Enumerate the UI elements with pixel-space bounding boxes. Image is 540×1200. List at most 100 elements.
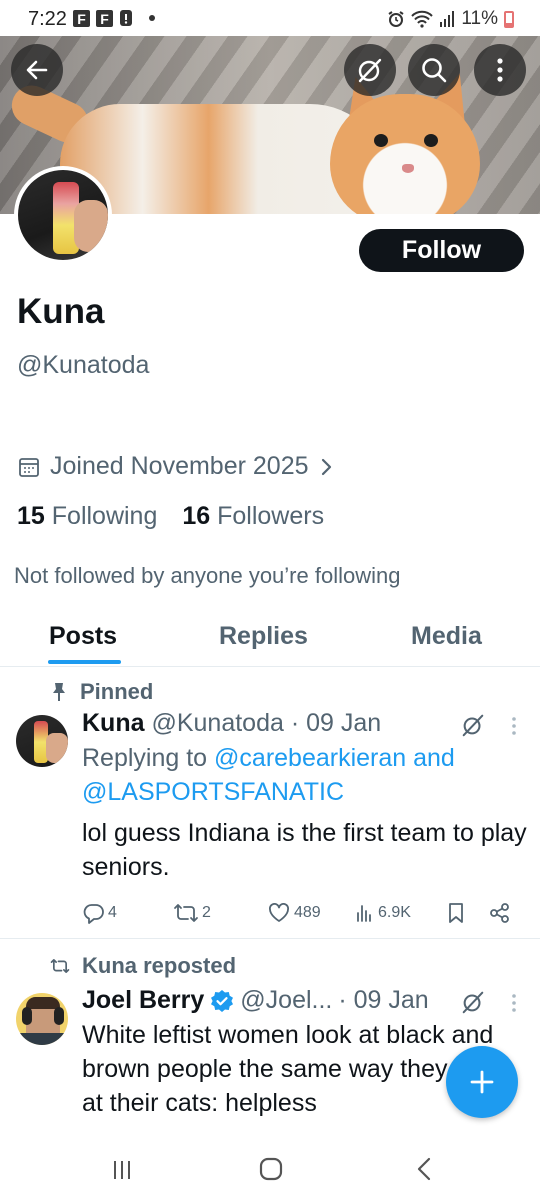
pinned-label: Pinned [52, 679, 153, 705]
avatar-image [18, 170, 108, 260]
post-author-handle[interactable]: @Kunatoda [151, 709, 283, 737]
post-header: Kuna @Kunatoda · 09 Jan [82, 709, 381, 738]
lock-notification-icon [120, 10, 132, 26]
pin-icon [53, 683, 65, 701]
share-icon[interactable] [489, 902, 511, 924]
bookmark-icon[interactable] [447, 902, 465, 924]
post-author-name[interactable]: Joel Berry [82, 986, 204, 1015]
post-avatar[interactable] [16, 715, 68, 767]
system-icons: 11% [387, 8, 514, 30]
cat-nose [402, 164, 414, 173]
post-actions: 4 2 489 6.9K [83, 899, 523, 927]
post-author-name[interactable]: Kuna [82, 709, 145, 737]
repost-count: 2 [202, 904, 211, 921]
views-icon [357, 905, 371, 922]
recent-apps-icon[interactable] [110, 1158, 134, 1182]
not-followed-text: Not followed by anyone you’re following [14, 563, 401, 588]
repost-context[interactable]: Kuna reposted [50, 953, 236, 979]
post-divider [0, 938, 540, 939]
post-date[interactable]: · 09 Jan [291, 709, 381, 737]
facebook-notification-icon: F [96, 9, 113, 27]
cat-head [330, 94, 480, 214]
followers-count: 16 [182, 502, 211, 530]
arrow-left-icon [26, 60, 48, 80]
following-link[interactable]: 15 Following [17, 502, 157, 530]
profile-tabs: Posts Replies Media [0, 610, 540, 667]
avatar-headphone [54, 1007, 64, 1025]
joined-date-row[interactable]: Joined November 2025 [18, 452, 335, 481]
more-options-button[interactable] [474, 44, 526, 96]
followers-link[interactable]: 16 Followers [182, 502, 324, 530]
avatar-headphone [22, 1007, 32, 1025]
status-bar: 7:22 F F 11% [0, 0, 540, 36]
post-header: Joel Berry @Joel... · 09 Jan [82, 986, 429, 1015]
alarm-icon [388, 11, 404, 27]
repost-icon [174, 904, 198, 922]
follow-button[interactable]: Follow [359, 229, 524, 272]
system-navigation-bar [0, 1140, 540, 1200]
tab-media[interactable]: Media [411, 622, 482, 651]
reply-context: Replying to @carebearkieran and @LASPORT… [82, 741, 512, 809]
like-button[interactable]: 489 [268, 903, 321, 923]
following-label: Following [51, 502, 158, 530]
avatar-shirt [16, 1033, 68, 1045]
reply-icon [83, 904, 104, 924]
grok-icon[interactable] [460, 712, 486, 738]
joined-date-text: Joined November 2025 [50, 452, 309, 480]
post-author-handle[interactable]: @Joel... [240, 986, 332, 1015]
grok-icon[interactable] [460, 989, 486, 1015]
cat-eye [424, 134, 438, 147]
active-tab-indicator [48, 660, 121, 664]
profile-handle: @Kunatoda [17, 351, 150, 379]
followers-label: Followers [217, 502, 325, 530]
verified-badge-icon [211, 989, 234, 1012]
following-count: 15 [17, 502, 45, 530]
joel-berry-avatar[interactable] [16, 993, 68, 1045]
repost-button[interactable]: 2 [173, 902, 211, 924]
post-text: lol guess Indiana is the first team to p… [82, 819, 527, 881]
views-button[interactable]: 6.9K [356, 903, 411, 923]
replying-to-prefix: Replying to [82, 744, 208, 772]
compose-post-button[interactable] [446, 1046, 518, 1118]
reposted-label: Kuna reposted [82, 953, 237, 978]
home-icon[interactable] [258, 1156, 284, 1182]
reply-mention-2[interactable]: @LASPORTSFANATIC [82, 778, 344, 806]
profile-name: Kuna [17, 292, 105, 331]
search-icon [422, 58, 447, 83]
tab-replies[interactable]: Replies [219, 622, 308, 651]
reply-button[interactable]: 4 [83, 902, 117, 924]
calendar-icon [19, 457, 39, 477]
hand [74, 200, 108, 252]
back-button[interactable] [11, 44, 63, 96]
reply-count: 4 [108, 904, 117, 921]
repost-icon [50, 959, 70, 973]
status-time: 7:22 [28, 8, 67, 30]
pinned-text: Pinned [80, 679, 154, 704]
battery-percent: 11% [461, 8, 498, 29]
plus-icon [470, 1070, 494, 1094]
more-notifications-dot [149, 15, 155, 21]
post-more-icon[interactable] [510, 716, 518, 736]
notification-icons: F F [73, 9, 155, 27]
heart-icon [269, 903, 289, 922]
tab-posts[interactable]: Posts [49, 622, 117, 651]
search-button[interactable] [408, 44, 460, 96]
like-count: 489 [294, 904, 321, 921]
grok-button[interactable] [344, 44, 396, 96]
grok-icon [358, 58, 382, 83]
profile-avatar[interactable] [14, 166, 112, 264]
follow-counts: 15 Following 16 Followers [17, 502, 324, 531]
chevron-right-icon [321, 458, 331, 475]
post-more-icon[interactable] [510, 993, 518, 1013]
more-vertical-icon [497, 58, 503, 82]
cat-eye [374, 134, 388, 147]
signal-icon [440, 11, 455, 27]
battery-icon [504, 10, 514, 28]
back-nav-icon[interactable] [414, 1156, 434, 1182]
avatar-hand [46, 733, 68, 763]
reply-and[interactable]: and [413, 744, 455, 772]
wifi-icon [411, 10, 434, 28]
reply-mention-1[interactable]: @carebearkieran [214, 744, 406, 772]
post-date[interactable]: · 09 Jan [338, 986, 428, 1015]
facebook-notification-icon: F [73, 9, 90, 27]
